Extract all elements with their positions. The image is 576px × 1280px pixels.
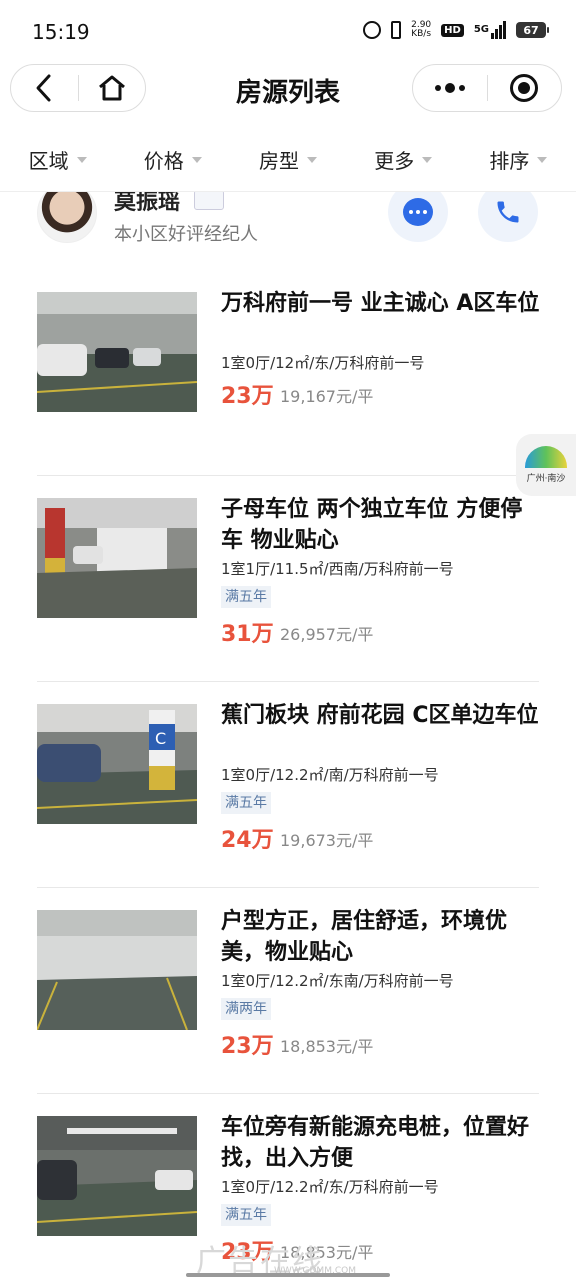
listing-photo[interactable]	[37, 1116, 197, 1236]
listing-title: 子母车位 两个独立车位 方便停车 物业贴心	[221, 497, 523, 553]
hd-icon: HD	[441, 23, 464, 37]
chevron-left-icon	[36, 74, 51, 102]
agent-subtitle: 本小区好评经纪人	[114, 224, 258, 245]
list-item[interactable]: 子母车位 两个独立车位 方便停车 物业贴心 1室1厅/11.5㎡/西南/万科府前…	[0, 476, 576, 682]
badge-label: 广州·南沙	[526, 474, 566, 484]
caret-down-icon	[76, 156, 87, 163]
listing-meta: 1室0厅/12.2㎡/东南/万科府前一号	[221, 972, 454, 990]
home-button[interactable]	[79, 65, 146, 111]
battery-icon: 67	[516, 22, 549, 38]
filter-area[interactable]: 区域	[0, 128, 115, 191]
network-type: 5G	[473, 24, 489, 35]
filter-layout[interactable]: 房型	[230, 128, 345, 191]
list-item[interactable]: C 蕉门板块 府前花园 C区单边车位 1室0厅/12.2㎡/南/万科府前一号 满…	[0, 682, 576, 888]
listing-price: 23万	[221, 384, 274, 409]
filter-label: 房型	[259, 149, 299, 173]
caret-down-icon	[307, 156, 317, 163]
listing-tag: 满五年	[221, 792, 271, 814]
listing-meta: 1室0厅/12.2㎡/东/万科府前一号	[221, 1178, 439, 1196]
listing-title: 万科府前一号 业主诚心 A区车位	[221, 291, 540, 316]
svg-text:C: C	[155, 729, 166, 748]
listing-tag: 满两年	[221, 998, 271, 1020]
avatar[interactable]	[37, 183, 97, 243]
status-bar: 15:19 2.90 KB/s HD 5G 67	[0, 0, 576, 60]
listing-meta: 1室0厅/12.2㎡/南/万科府前一号	[221, 766, 439, 784]
vibrate-icon	[391, 21, 402, 39]
rainbow-logo-icon	[525, 446, 567, 468]
listing-unit-price: 19,167元/平	[280, 387, 374, 406]
listing-meta: 1室0厅/12㎡/东/万科府前一号	[221, 354, 425, 372]
floating-city-badge[interactable]: 广州·南沙	[516, 434, 576, 496]
status-icons: 2.90 KB/s HD 5G 67	[363, 21, 549, 39]
filter-bar: 区域 价格 房型 更多 排序	[0, 128, 576, 192]
listing-photo[interactable]	[37, 498, 197, 618]
list-item[interactable]: 万科府前一号 业主诚心 A区车位 1室0厅/12㎡/东/万科府前一号 23万 1…	[0, 270, 576, 476]
list-item[interactable]: 户型方正，居住舒适，环境优美，物业贴心 1室0厅/12.2㎡/东南/万科府前一号…	[0, 888, 576, 1094]
listing-title: 户型方正，居住舒适，环境优美，物业贴心	[221, 909, 508, 965]
filter-label: 价格	[143, 149, 184, 173]
speed-unit: KB/s	[411, 29, 432, 39]
home-indicator[interactable]	[186, 1273, 390, 1277]
filter-sort[interactable]: 排序	[461, 128, 576, 191]
listing-unit-price: 19,673元/平	[280, 831, 374, 850]
listing-title: 蕉门板块 府前花园 C区单边车位	[221, 703, 539, 728]
listing-meta: 1室1厅/11.5㎡/西南/万科府前一号	[221, 560, 454, 578]
phone-icon	[497, 201, 519, 223]
back-button[interactable]	[11, 65, 78, 111]
listing-title: 车位旁有新能源充电桩，位置好找，出入方便	[221, 1115, 530, 1171]
status-time: 15:19	[32, 20, 90, 44]
filter-label: 更多	[374, 149, 415, 173]
nav-capsule-right	[412, 64, 562, 112]
id-card-icon	[194, 190, 224, 210]
nav-bar: 房源列表	[0, 60, 576, 116]
listing-price: 31万	[221, 622, 274, 647]
signal-icon: 5G	[474, 21, 506, 39]
close-miniprogram-button[interactable]	[488, 65, 562, 111]
listing-tag: 满五年	[221, 586, 271, 608]
nav-capsule-left	[10, 64, 146, 112]
listing-tag: 满五年	[221, 1204, 271, 1226]
caret-down-icon	[191, 156, 202, 163]
filter-label: 区域	[28, 149, 69, 173]
caret-down-icon	[537, 156, 548, 163]
filter-price[interactable]: 价格	[115, 128, 230, 191]
listing-photo[interactable]	[37, 910, 197, 1030]
filter-more[interactable]: 更多	[346, 128, 461, 191]
listing-list: 万科府前一号 业主诚心 A区车位 1室0厅/12㎡/东/万科府前一号 23万 1…	[0, 270, 576, 1280]
listing-unit-price: 26,957元/平	[280, 625, 374, 644]
listing-photo[interactable]	[37, 292, 197, 412]
more-dots-icon	[434, 83, 465, 93]
filter-label: 排序	[489, 149, 530, 173]
more-button[interactable]	[413, 65, 487, 111]
home-icon	[98, 75, 125, 101]
caret-down-icon	[422, 156, 433, 163]
target-icon	[510, 74, 539, 102]
listing-price: 23万	[221, 1034, 274, 1059]
network-speed: 2.90 KB/s	[411, 21, 431, 39]
listing-unit-price: 18,853元/平	[280, 1037, 374, 1056]
chat-icon	[403, 198, 433, 226]
listing-photo[interactable]: C	[37, 704, 197, 824]
alarm-icon	[363, 21, 382, 39]
listing-price: 24万	[221, 828, 274, 853]
